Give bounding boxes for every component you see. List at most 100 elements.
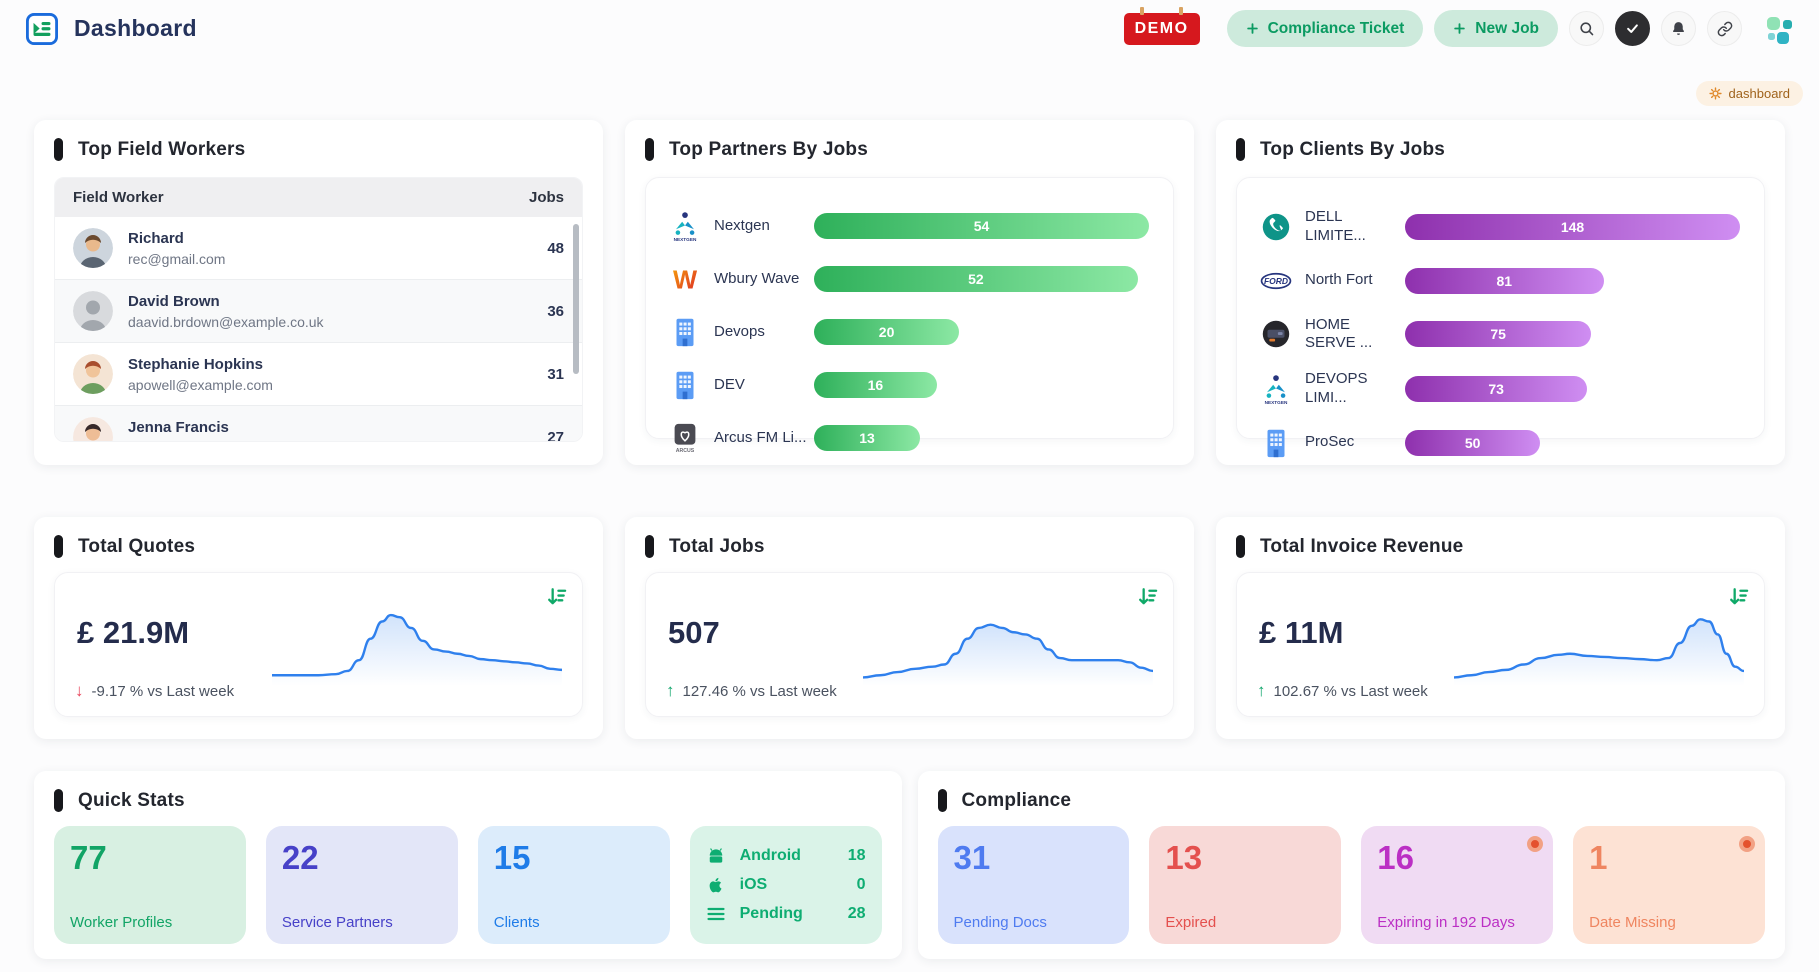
client-logo-icon bbox=[1259, 316, 1293, 352]
android-icon bbox=[706, 847, 728, 865]
card-total-jobs: Total Jobs 507 ↑ 127.46 % vs Last week bbox=[625, 517, 1194, 739]
avatar bbox=[73, 417, 113, 442]
stat-box: £ 11M ↑ 102.67 % vs Last week bbox=[1236, 572, 1765, 717]
sparkline bbox=[272, 600, 562, 686]
section-title: Quick Stats bbox=[78, 790, 185, 812]
tile-value: 15 bbox=[494, 839, 654, 877]
worker-name: Richard bbox=[128, 230, 184, 247]
new-job-button[interactable]: New Job bbox=[1434, 10, 1558, 47]
stat-box: £ 21.9M ↓ -9.17 % vs Last week bbox=[54, 572, 583, 717]
table-row[interactable]: Jenna Francis 27 bbox=[55, 406, 582, 442]
stat-tile-clients[interactable]: 15 Clients bbox=[478, 826, 670, 944]
breadcrumb-label: dashboard bbox=[1729, 86, 1790, 101]
column-field-worker: Field Worker bbox=[73, 189, 164, 206]
bar-value: 50 bbox=[1465, 435, 1481, 451]
compliance-tile-expiring[interactable]: 16 Expiring in 192 Days bbox=[1361, 826, 1553, 944]
card-total-invoice-revenue: Total Invoice Revenue £ 11M ↑ 102.67 % v… bbox=[1216, 517, 1785, 739]
sparkline bbox=[863, 600, 1153, 686]
trend-arrow: ↑ bbox=[1257, 681, 1266, 701]
column-jobs: Jobs bbox=[529, 189, 564, 206]
bar-value: 16 bbox=[868, 377, 884, 393]
partner-logo-icon bbox=[668, 314, 702, 350]
section-pill bbox=[54, 138, 63, 161]
worker-email: daavid.brdown@example.co.uk bbox=[128, 314, 547, 330]
search-icon bbox=[1578, 20, 1595, 37]
bar-label: North Fort bbox=[1305, 271, 1405, 290]
worker-name: Stephanie Hopkins bbox=[128, 356, 263, 373]
section-pill bbox=[1236, 535, 1245, 558]
compliance-ticket-button[interactable]: Compliance Ticket bbox=[1227, 10, 1424, 47]
compliance-tile-expired[interactable]: 13 Expired bbox=[1149, 826, 1341, 944]
link-button[interactable] bbox=[1707, 11, 1742, 46]
search-button[interactable] bbox=[1569, 11, 1604, 46]
tile-label: Service Partners bbox=[282, 914, 393, 931]
tasks-button[interactable] bbox=[1615, 11, 1650, 46]
bar: 75 bbox=[1405, 321, 1591, 347]
bar: 73 bbox=[1405, 376, 1587, 402]
tile-value: 13 bbox=[1165, 839, 1325, 877]
section-title: Total Quotes bbox=[78, 536, 195, 558]
bar-row: W Wbury Wave 52 bbox=[668, 261, 1149, 297]
bar-row: NEXTGEN DEVOPS LIMI... 73 bbox=[1259, 370, 1740, 408]
partners-bar-chart: NEXTGEN Nextgen 54 W Wbury Wave 52 Devop… bbox=[645, 177, 1174, 439]
apps-logo-icon[interactable] bbox=[1765, 13, 1797, 45]
worker-name: Jenna Francis bbox=[128, 419, 229, 436]
bar-label: Devops bbox=[714, 323, 814, 342]
tile-label: Clients bbox=[494, 914, 540, 931]
tile-value: 77 bbox=[70, 839, 230, 877]
bar-row: NEXTGEN Nextgen 54 bbox=[668, 208, 1149, 244]
worker-jobs: 27 bbox=[547, 429, 564, 443]
section-pill bbox=[645, 535, 654, 558]
tile-value: 31 bbox=[954, 839, 1114, 877]
partner-logo-icon: ARCUS bbox=[668, 420, 702, 456]
stat-delta: ↑ 102.67 % vs Last week bbox=[1257, 681, 1428, 701]
bar-row: Devops 20 bbox=[668, 314, 1149, 350]
stat-delta: ↓ -9.17 % vs Last week bbox=[75, 681, 234, 701]
card-total-quotes: Total Quotes £ 21.9M ↓ -9.17 % vs Last w… bbox=[34, 517, 603, 739]
stat-tile-worker-profiles[interactable]: 77 Worker Profiles bbox=[54, 826, 246, 944]
section-pill bbox=[938, 789, 947, 812]
field-workers-table: Field Worker Jobs Richardrec@gmail.com 4… bbox=[54, 177, 583, 442]
stat-tile-service-partners[interactable]: 22 Service Partners bbox=[266, 826, 458, 944]
compliance-tile-pending-docs[interactable]: 31 Pending Docs bbox=[938, 826, 1130, 944]
sparkline bbox=[1454, 600, 1744, 686]
plus-icon bbox=[1246, 22, 1259, 35]
mobile-row-pending: Pending 28 bbox=[706, 905, 866, 923]
section-pill bbox=[645, 138, 654, 161]
tile-value: 22 bbox=[282, 839, 442, 877]
section-pill bbox=[54, 789, 63, 812]
compliance-tile-date-missing[interactable]: 1 Date Missing bbox=[1573, 826, 1765, 944]
breadcrumb-chip[interactable]: dashboard bbox=[1696, 81, 1803, 106]
bar-value: 13 bbox=[859, 430, 875, 446]
table-scrollbar[interactable] bbox=[573, 224, 579, 374]
tile-label: Date Missing bbox=[1589, 914, 1676, 931]
bar-label: HOME SERVE ... bbox=[1305, 316, 1405, 354]
stat-value: £ 11M bbox=[1259, 615, 1343, 651]
bar-row: HOME SERVE ... 75 bbox=[1259, 316, 1740, 354]
bar-label: DEV bbox=[714, 376, 814, 395]
worker-email: rec@gmail.com bbox=[128, 251, 547, 267]
card-compliance: Compliance 31 Pending Docs 13 Expired 16… bbox=[918, 771, 1786, 959]
app-logo-icon bbox=[26, 13, 58, 45]
check-circle-icon bbox=[1625, 21, 1640, 36]
tile-label: Expiring in 192 Days bbox=[1377, 914, 1515, 931]
table-row[interactable]: Stephanie Hopkinsapowell@example.com 31 bbox=[55, 343, 582, 406]
section-title: Compliance bbox=[962, 790, 1072, 812]
mobile-stats-tile[interactable]: Android 18 iOS 0 Pending 28 bbox=[690, 826, 882, 944]
bar: 54 bbox=[814, 213, 1149, 239]
bar-value: 75 bbox=[1490, 326, 1506, 342]
table-row[interactable]: David Browndaavid.brdown@example.co.uk 3… bbox=[55, 280, 582, 343]
notifications-button[interactable] bbox=[1661, 11, 1696, 46]
menu-icon bbox=[706, 905, 728, 923]
table-row[interactable]: Richardrec@gmail.com 48 bbox=[55, 217, 582, 280]
alert-dot bbox=[1527, 836, 1543, 852]
svg-text:NEXTGEN: NEXTGEN bbox=[1265, 400, 1288, 406]
partner-logo-icon: NEXTGEN bbox=[668, 208, 702, 244]
partner-logo-icon: W bbox=[668, 261, 702, 297]
bar-label: DEVOPS LIMI... bbox=[1305, 370, 1405, 408]
clients-bar-chart: DELL LIMITE... 148 FORD North Fort 81 HO… bbox=[1236, 177, 1765, 439]
bar: 20 bbox=[814, 319, 959, 345]
link-icon bbox=[1717, 21, 1733, 37]
worker-email bbox=[128, 440, 547, 443]
svg-text:W: W bbox=[673, 266, 698, 294]
